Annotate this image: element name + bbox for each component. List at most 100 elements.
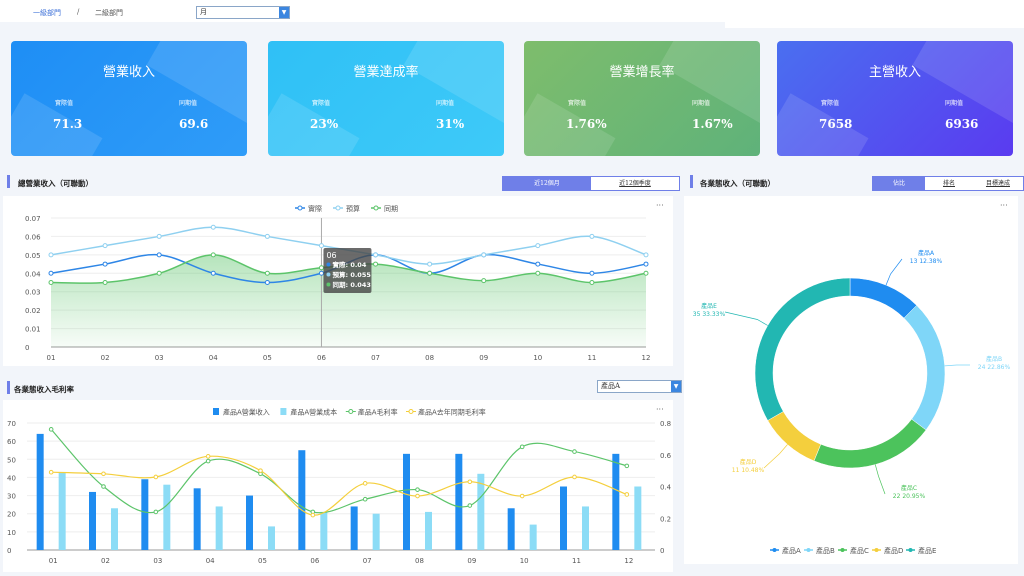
bar[interactable] [507, 508, 515, 550]
data-point[interactable] [362, 496, 368, 502]
data-point[interactable] [643, 270, 649, 276]
data-point[interactable] [48, 252, 54, 258]
legend-label[interactable]: 產品A毛利率 [358, 408, 398, 417]
data-point[interactable] [101, 471, 106, 477]
data-point[interactable] [589, 270, 595, 276]
data-point[interactable] [589, 280, 595, 285]
data-point[interactable] [102, 261, 108, 267]
data-point[interactable] [481, 278, 487, 284]
legend-label[interactable]: 產品E [918, 546, 936, 555]
data-point[interactable] [210, 252, 216, 258]
bar[interactable] [193, 488, 201, 550]
data-point[interactable] [467, 479, 473, 485]
tab-share[interactable]: 佔比 [873, 177, 925, 190]
data-point[interactable] [48, 280, 54, 285]
donut-slice[interactable] [754, 277, 851, 421]
bar[interactable] [320, 511, 328, 550]
product-select[interactable]: 產品A ▼ [597, 380, 682, 393]
data-point[interactable] [101, 484, 106, 489]
data-point[interactable] [48, 270, 54, 276]
donut-slice[interactable] [903, 304, 946, 431]
breadcrumb-level2[interactable]: 二級部門 [95, 8, 123, 18]
bar[interactable] [634, 486, 642, 551]
margin-bar-chart[interactable]: 0 10 20 30 40 50 60 70 0 0.2 0.4 0.6 0.8 01 02 03 04 05 06… [3, 400, 673, 572]
bar[interactable] [529, 524, 537, 550]
bar[interactable] [403, 453, 410, 550]
data-point[interactable] [156, 233, 162, 239]
data-point[interactable] [519, 493, 525, 499]
tab-last-12-quarters[interactable]: 近12個季度 [591, 177, 679, 190]
legend-label[interactable]: 實際 [308, 204, 322, 213]
bar[interactable] [350, 506, 358, 550]
donut-slice[interactable] [849, 277, 918, 319]
more-icon[interactable]: ··· [1000, 201, 1008, 210]
chevron-down-icon[interactable]: ▼ [279, 7, 289, 18]
legend-label[interactable]: 產品A [782, 546, 801, 555]
period-select[interactable]: 月 ▼ [196, 6, 290, 19]
bar[interactable] [58, 471, 66, 550]
data-point[interactable] [643, 252, 649, 258]
data-point[interactable] [535, 261, 541, 267]
data-point[interactable] [362, 481, 368, 486]
bar[interactable] [163, 484, 171, 550]
donut-slice[interactable] [813, 418, 927, 469]
data-point[interactable] [373, 252, 379, 258]
data-point[interactable] [264, 270, 270, 276]
bar[interactable] [141, 479, 149, 550]
data-point[interactable] [48, 427, 54, 432]
data-point[interactable] [624, 492, 630, 497]
bar[interactable] [36, 433, 44, 550]
bar[interactable] [89, 491, 96, 550]
data-point[interactable] [427, 261, 433, 267]
revenue-line-chart[interactable]: 0 0.01 0.02 0.03 0.04 0.05 0.06 0.07 01 02 03 04 05 0… [3, 196, 673, 366]
bar[interactable] [612, 453, 620, 550]
format-donut-chart[interactable]: 產品A13 12.38%產品B24 22.86%產品C22 20.95%產品D1… [684, 196, 1018, 564]
legend-label[interactable]: 產品D [884, 546, 903, 555]
legend-label[interactable]: 預算 [346, 204, 360, 213]
data-point[interactable] [153, 509, 159, 515]
data-point[interactable] [519, 444, 525, 450]
data-point[interactable] [210, 270, 216, 276]
bar[interactable] [268, 526, 275, 550]
data-point[interactable] [415, 487, 420, 492]
legend-label[interactable]: 同期 [384, 205, 398, 213]
bar[interactable] [111, 508, 118, 550]
bar[interactable] [560, 486, 567, 551]
donut-slice[interactable] [767, 411, 822, 462]
data-point[interactable] [643, 261, 649, 267]
bar[interactable] [246, 495, 253, 550]
data-point[interactable] [318, 270, 324, 276]
data-point[interactable] [205, 454, 211, 459]
legend-label[interactable]: 產品A營業收入 [223, 408, 270, 417]
data-point[interactable] [318, 243, 324, 249]
data-point[interactable] [102, 243, 108, 249]
tab-ranking[interactable]: 排名 [925, 177, 973, 190]
data-point[interactable] [535, 243, 541, 249]
bar[interactable] [477, 473, 485, 550]
legend-label[interactable]: 產品C [850, 546, 869, 555]
more-icon[interactable]: ··· [656, 405, 664, 414]
data-point[interactable] [318, 265, 324, 271]
data-point[interactable] [210, 224, 216, 230]
bar[interactable] [215, 506, 223, 550]
data-point[interactable] [156, 270, 162, 276]
legend-label[interactable]: 產品A營業成本 [290, 408, 337, 417]
data-point[interactable] [153, 474, 159, 480]
data-point[interactable] [589, 233, 595, 239]
bar[interactable] [372, 513, 380, 550]
data-point[interactable] [535, 270, 541, 276]
bar[interactable] [425, 511, 432, 550]
data-point[interactable] [205, 458, 211, 464]
legend-label[interactable]: 產品B [816, 546, 835, 555]
bar[interactable] [298, 450, 306, 550]
data-point[interactable] [48, 469, 54, 475]
bar[interactable] [455, 453, 463, 550]
data-point[interactable] [258, 468, 263, 473]
data-point[interactable] [572, 474, 577, 480]
tab-last-12-months[interactable]: 近12個月 [503, 177, 591, 190]
breadcrumb-level1[interactable]: 一級部門 [33, 8, 61, 18]
data-point[interactable] [624, 463, 630, 469]
data-point[interactable] [373, 261, 379, 267]
legend-label[interactable]: 產品A去年同期毛利率 [418, 408, 486, 417]
data-point[interactable] [264, 280, 270, 285]
